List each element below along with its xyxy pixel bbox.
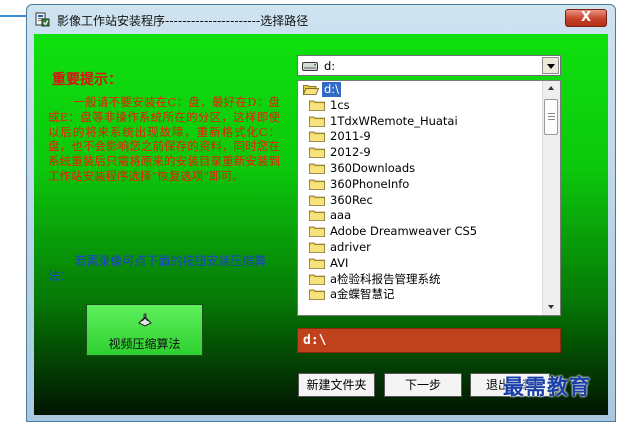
video-compression-button[interactable]: 视频压缩算法 [86, 304, 203, 356]
folder-icon [309, 274, 325, 285]
directory-item[interactable]: 2011-9 [300, 129, 540, 144]
compress-note-text: 若需录像可点下面的按钮安装压缩算法： [48, 254, 267, 283]
drive-dropdown-button[interactable] [542, 57, 559, 74]
folder-icon [309, 195, 325, 206]
directory-item[interactable]: 1cs [300, 98, 540, 113]
notice-text: 一般请不要安装在C：盘，最好在D：盘或E：盘等非操作系统所在的分区，这样即使以后… [48, 95, 280, 183]
directory-scrollbar[interactable] [542, 81, 560, 315]
folder-icon [309, 210, 325, 222]
installer-client-area: 重要提示： 一般请不要安装在C：盘，最好在D：盘或E：盘等非操作系统所在的分区，… [34, 34, 608, 415]
directory-item[interactable]: a金蝶智慧记 [300, 287, 540, 302]
scroll-down-button[interactable] [543, 299, 560, 315]
directory-item[interactable]: Adobe Dreamweaver CS5 [300, 224, 540, 239]
watermark-text: 最需教育 [503, 374, 591, 399]
drive-select-value: d: [324, 59, 336, 73]
directory-item-label: Adobe Dreamweaver CS5 [330, 224, 478, 239]
directory-item[interactable]: 360Downloads [300, 161, 540, 176]
scroll-thumb[interactable] [544, 99, 558, 135]
folder-icon [309, 100, 325, 111]
directory-item[interactable]: d:\ [300, 82, 540, 97]
directory-item-label: 2011-9 [330, 129, 371, 144]
folder-icon [309, 289, 325, 301]
directory-item[interactable]: adriver [300, 240, 540, 255]
folder-icon [309, 147, 325, 159]
directory-item-label: a检验科报告管理系统 [330, 271, 441, 286]
directory-item-label: aaa [330, 208, 352, 223]
title-bar[interactable]: 影像工作站安装程序----------------------选择路径 X [27, 5, 615, 33]
directory-item-label: AVI [330, 255, 349, 270]
directory-item-label: 1cs [330, 97, 350, 112]
directory-item[interactable]: 1TdxWRemote_Huatai [300, 114, 540, 129]
directory-item-label: 360PhoneInfo [330, 176, 410, 191]
directory-item[interactable]: aaa [300, 208, 540, 223]
open-folder-icon [303, 85, 319, 95]
installer-window: 影像工作站安装程序----------------------选择路径 X 重要… [26, 4, 616, 422]
video-compression-label: 视频压缩算法 [108, 337, 181, 351]
directory-item-label: a金蝶智慧记 [330, 287, 395, 302]
directory-item[interactable]: a检验科报告管理系统 [300, 272, 540, 287]
directory-item-label: 1TdxWRemote_Huatai [330, 113, 458, 128]
directory-item[interactable]: 360Rec [300, 193, 540, 208]
directory-item-label: 360Rec [330, 192, 373, 207]
folder-icon [309, 163, 325, 174]
folder-icon [309, 179, 325, 190]
drive-select[interactable]: d: [297, 55, 561, 76]
directory-item[interactable]: 2012-9 [300, 145, 540, 160]
folder-icon [309, 226, 325, 238]
current-path-display: d:\ [297, 328, 561, 353]
folder-icon [309, 258, 325, 269]
scroll-up-button[interactable] [543, 81, 560, 97]
directory-item-label: 2012-9 [330, 145, 371, 160]
directory-item[interactable]: 360PhoneInfo [300, 177, 540, 192]
close-button[interactable]: X [565, 9, 607, 27]
folder-icon [309, 242, 325, 253]
directory-item-label: 360Downloads [330, 161, 416, 175]
directory-item[interactable]: AVI [300, 256, 540, 271]
new-folder-button[interactable]: 新建文件夹 [298, 373, 375, 397]
installer-app-icon [35, 12, 50, 27]
window-title: 影像工作站安装程序----------------------选择路径 [57, 14, 309, 28]
compress-tool-icon [138, 313, 152, 327]
drive-icon [302, 62, 318, 71]
folder-icon [309, 131, 325, 143]
next-button[interactable]: 下一步 [384, 373, 462, 397]
notice-heading: 重要提示： [52, 72, 122, 88]
directory-item-label: d:\ [322, 82, 342, 97]
directory-list[interactable]: d:\ 1cs 1TdxWRemote_Huatai 2011-9 2012-9 360D… [297, 80, 561, 316]
directory-item-label: adriver [330, 240, 371, 254]
background-blue-line [0, 15, 28, 17]
folder-icon [309, 116, 325, 127]
